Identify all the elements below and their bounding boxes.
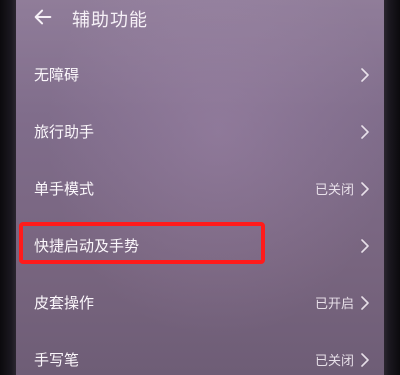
back-arrow-icon[interactable] bbox=[32, 6, 54, 28]
accessibility-settings-screen: 辅助功能 无障碍 旅行助手 单手模式 已关闭 快捷启动及手势 皮套操作 已开启 … bbox=[16, 0, 384, 375]
settings-item-label: 皮套操作 bbox=[34, 294, 95, 312]
app-header: 辅助功能 bbox=[16, 0, 384, 40]
chevron-right-icon bbox=[361, 181, 369, 196]
settings-item-label: 旅行助手 bbox=[34, 123, 95, 141]
settings-item-stylus[interactable]: 手写笔 已关闭 bbox=[16, 331, 384, 375]
chevron-right-icon bbox=[361, 352, 369, 367]
settings-item-status: 已关闭 bbox=[314, 183, 354, 198]
phone-bezel-right bbox=[384, 0, 400, 375]
settings-item-status: 已开启 bbox=[314, 297, 354, 312]
settings-item-status: 已关闭 bbox=[314, 354, 354, 369]
chevron-right-icon bbox=[361, 124, 369, 139]
settings-item-label: 手写笔 bbox=[34, 351, 80, 369]
settings-item-label: 快捷启动及手势 bbox=[34, 237, 140, 255]
settings-item-label: 单手模式 bbox=[34, 180, 95, 198]
settings-item-accessibility[interactable]: 无障碍 bbox=[16, 46, 384, 103]
chevron-right-icon bbox=[361, 238, 369, 253]
settings-item-travel-assistant[interactable]: 旅行助手 bbox=[16, 103, 384, 160]
chevron-right-icon bbox=[361, 295, 369, 310]
settings-item-one-hand-mode[interactable]: 单手模式 已关闭 bbox=[16, 160, 384, 217]
settings-item-cover-operation[interactable]: 皮套操作 已开启 bbox=[16, 274, 384, 331]
settings-list: 无障碍 旅行助手 单手模式 已关闭 快捷启动及手势 皮套操作 已开启 手写笔 已… bbox=[16, 46, 384, 375]
chevron-right-icon bbox=[361, 67, 369, 82]
page-title: 辅助功能 bbox=[72, 10, 148, 31]
settings-item-label: 无障碍 bbox=[34, 66, 80, 84]
settings-item-shortcuts-and-gestures[interactable]: 快捷启动及手势 bbox=[16, 217, 384, 274]
phone-bezel-left bbox=[0, 0, 16, 375]
